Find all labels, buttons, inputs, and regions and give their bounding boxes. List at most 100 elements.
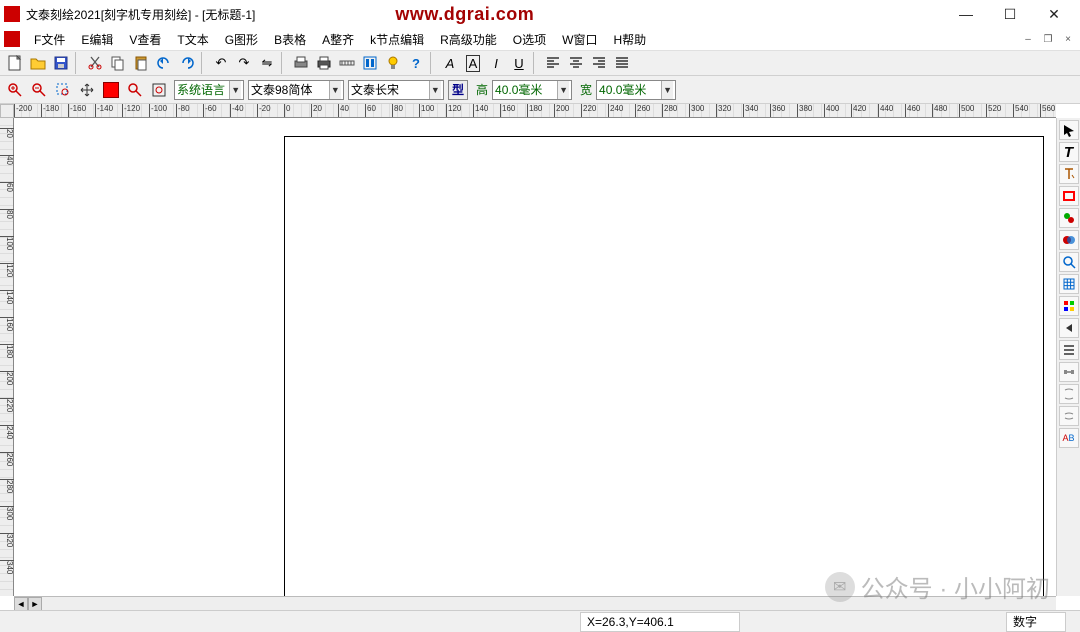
scrollbar-horizontal[interactable]: ◄ ► — [14, 596, 1056, 610]
back-icon[interactable] — [1059, 318, 1079, 338]
justify-icon[interactable] — [611, 52, 633, 74]
font-family-combo[interactable]: ▼ — [248, 80, 344, 100]
undo-icon[interactable] — [153, 52, 175, 74]
save-icon[interactable] — [50, 52, 72, 74]
measure-icon[interactable] — [336, 52, 358, 74]
font-box-icon[interactable]: A — [462, 52, 484, 74]
pointer-icon[interactable] — [1059, 120, 1079, 140]
menu-graphics[interactable]: G图形 — [217, 29, 266, 50]
menu-node-edit[interactable]: k节点编辑 — [362, 29, 432, 50]
redo-icon[interactable] — [176, 52, 198, 74]
grid-icon[interactable] — [1059, 274, 1079, 294]
menu-table[interactable]: B表格 — [266, 29, 314, 50]
layout-icon[interactable] — [359, 52, 381, 74]
width-input[interactable] — [599, 81, 661, 99]
mdi-restore-button[interactable]: ❐ — [1039, 31, 1057, 47]
close-button[interactable]: ✕ — [1032, 0, 1076, 28]
toolbar-main: ↶ ↷ ⇋ ? A A I U — [0, 50, 1080, 76]
mdi-minimize-button[interactable]: – — [1019, 31, 1037, 47]
ruler-tick: 80 — [0, 209, 14, 219]
menu-window[interactable]: W窗口 — [554, 29, 605, 50]
menu-help[interactable]: H帮助 — [605, 29, 654, 50]
rotate-left-icon[interactable]: ↶ — [210, 52, 232, 74]
ruler-horizontal[interactable]: -200-180-160-140-120-100-80-60-40-200204… — [14, 104, 1056, 118]
menu-text[interactable]: T文本 — [169, 29, 216, 50]
mirror-h-icon[interactable]: ⇋ — [256, 52, 278, 74]
link1-icon[interactable] — [1059, 384, 1079, 404]
dist-tool-icon[interactable] — [1059, 362, 1079, 382]
maximize-button[interactable]: ☐ — [988, 0, 1032, 28]
menu-file[interactable]: F文件 — [26, 29, 73, 50]
font-angle-icon[interactable]: A — [439, 52, 461, 74]
dropdown-arrow-icon[interactable]: ▼ — [557, 81, 569, 99]
zoom-out-icon[interactable] — [28, 79, 50, 101]
rotate-right-icon[interactable]: ↷ — [233, 52, 255, 74]
text-tool-icon[interactable]: T — [1059, 142, 1079, 162]
titlebar: 文泰刻绘2021[刻字机专用刻绘] - [无标题-1] www.dgrai.co… — [0, 0, 1080, 28]
zoom-page-icon[interactable] — [124, 79, 146, 101]
stamp-icon[interactable] — [100, 79, 122, 101]
pan-icon[interactable] — [76, 79, 98, 101]
menu-align[interactable]: A整齐 — [314, 29, 362, 50]
ruler-tick: 280 — [662, 104, 677, 118]
new-icon[interactable] — [4, 52, 26, 74]
scroll-left-icon[interactable]: ◄ — [14, 597, 28, 611]
ruler-tick: 560 — [1040, 104, 1055, 118]
menu-view[interactable]: V查看 — [121, 29, 169, 50]
ruler-tick: 160 — [0, 317, 14, 331]
copy-icon[interactable] — [107, 52, 129, 74]
align-right-icon[interactable] — [588, 52, 610, 74]
output-icon[interactable] — [290, 52, 312, 74]
menu-edit[interactable]: E编辑 — [73, 29, 121, 50]
scroll-right-icon[interactable]: ► — [28, 597, 42, 611]
scroll-track[interactable] — [42, 597, 1056, 610]
ruler-vertical[interactable]: 2040608010012014016018020022024026028030… — [0, 118, 14, 596]
help-icon[interactable]: ? — [405, 52, 427, 74]
link2-icon[interactable] — [1059, 406, 1079, 426]
cut-icon[interactable] — [84, 52, 106, 74]
align-tool-icon[interactable] — [1059, 340, 1079, 360]
mdi-close-button[interactable]: × — [1059, 31, 1077, 47]
language-combo[interactable]: ▼ — [174, 80, 244, 100]
print-icon[interactable] — [313, 52, 335, 74]
bulb-icon[interactable] — [382, 52, 404, 74]
font-style-input[interactable] — [351, 81, 429, 99]
zoom-in-icon[interactable] — [4, 79, 26, 101]
ruler-tick: 120 — [0, 263, 14, 277]
open-icon[interactable] — [27, 52, 49, 74]
ruler-tick: 380 — [797, 104, 812, 118]
rect-tool-icon[interactable] — [1059, 186, 1079, 206]
font-family-input[interactable] — [251, 81, 329, 99]
italic-icon[interactable]: I — [485, 52, 507, 74]
ruler-tick: 60 — [365, 104, 376, 118]
ruler-tick: 320 — [0, 533, 14, 547]
dropdown-arrow-icon[interactable]: ▼ — [329, 81, 341, 99]
font-style-combo[interactable]: ▼ — [348, 80, 444, 100]
underline-icon[interactable]: U — [508, 52, 530, 74]
zoom-fit-icon[interactable] — [148, 79, 170, 101]
minimize-button[interactable]: — — [944, 0, 988, 28]
align-center-icon[interactable] — [565, 52, 587, 74]
height-combo[interactable]: ▼ — [492, 80, 572, 100]
align-left-icon[interactable] — [542, 52, 564, 74]
find-icon[interactable] — [1059, 252, 1079, 272]
language-input[interactable] — [177, 81, 229, 99]
color-icon[interactable] — [1059, 296, 1079, 316]
menu-options[interactable]: O选项 — [505, 29, 554, 50]
zoom-select-icon[interactable] — [52, 79, 74, 101]
ab-icon[interactable]: AB — [1059, 428, 1079, 448]
canvas[interactable] — [14, 118, 1056, 596]
type-button[interactable]: 型 — [448, 80, 468, 100]
height-input[interactable] — [495, 81, 557, 99]
dropdown-arrow-icon[interactable]: ▼ — [661, 81, 673, 99]
width-combo[interactable]: ▼ — [596, 80, 676, 100]
dropdown-arrow-icon[interactable]: ▼ — [229, 81, 241, 99]
status-coordinates: X=26.3,Y=406.1 — [580, 612, 740, 632]
shape2-icon[interactable] — [1059, 230, 1079, 250]
dropdown-arrow-icon[interactable]: ▼ — [429, 81, 441, 99]
menu-advanced[interactable]: R高级功能 — [432, 29, 505, 50]
vertical-text-icon[interactable] — [1059, 164, 1079, 184]
ruler-tick: 160 — [500, 104, 515, 118]
shape1-icon[interactable] — [1059, 208, 1079, 228]
paste-icon[interactable] — [130, 52, 152, 74]
